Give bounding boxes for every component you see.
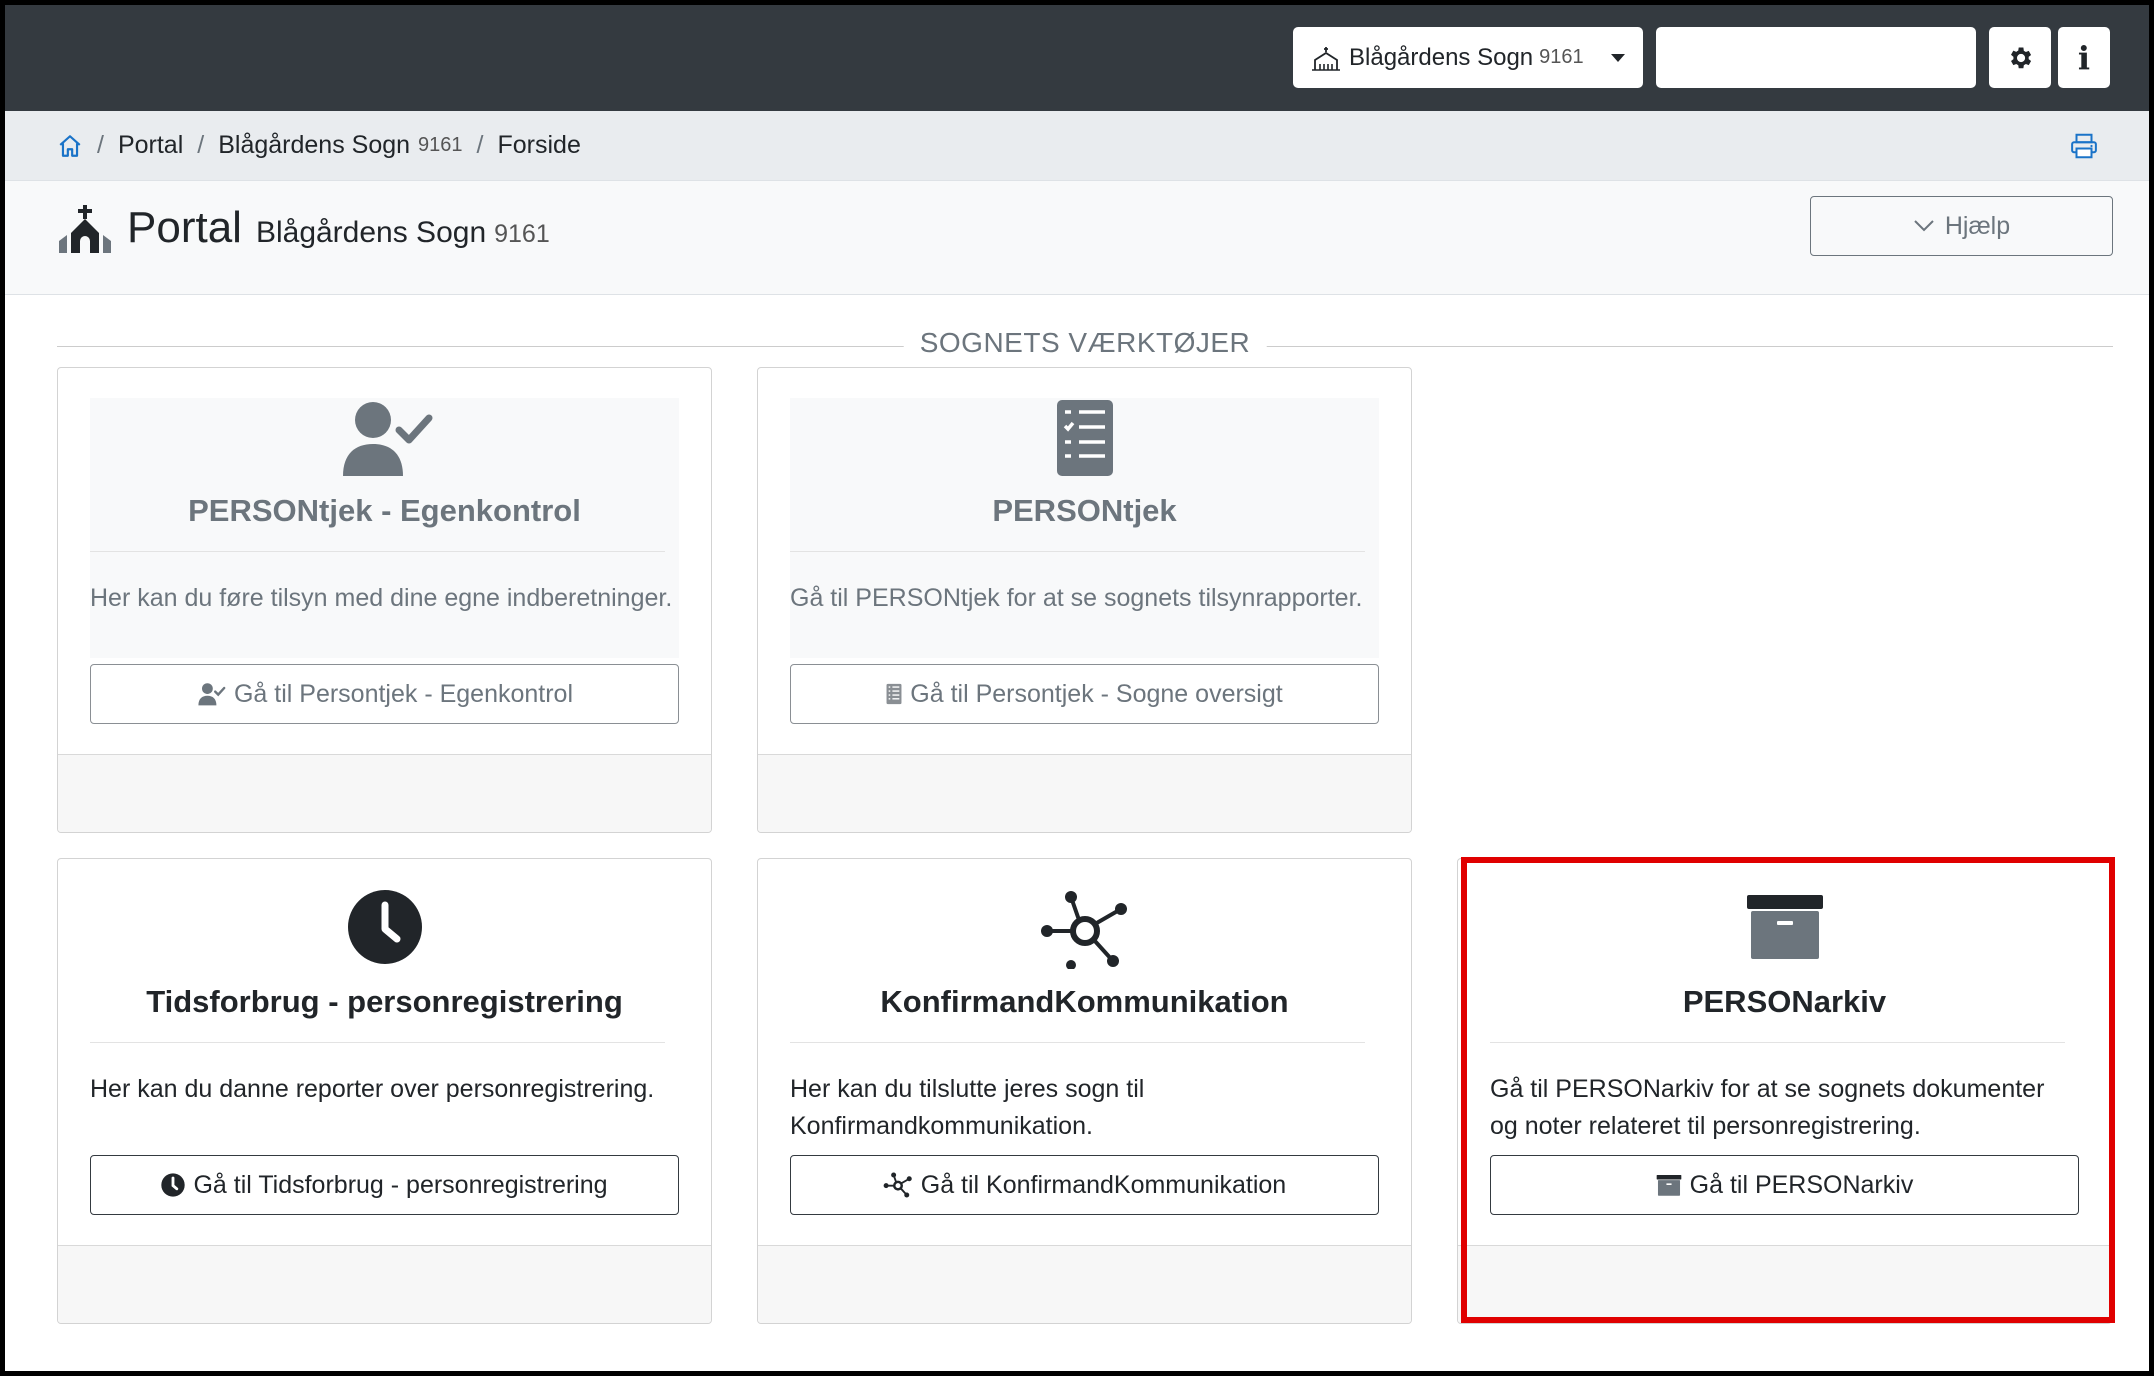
card-footer (58, 1245, 711, 1323)
user-check-icon (198, 683, 226, 706)
settings-button[interactable] (1989, 27, 2051, 88)
app-window: Blågårdens Sogn 9161 i / Portal / Blågår… (0, 0, 2154, 1376)
card-footer (58, 754, 711, 832)
church-icon (1312, 46, 1340, 71)
info-icon: i (2077, 38, 2091, 77)
printer-icon[interactable] (2069, 131, 2099, 161)
page-title-text: Portal (127, 203, 242, 252)
breadcrumb-item-portal[interactable]: Portal (118, 131, 183, 160)
button-label: Gå til Persontjek - Sogne oversigt (910, 679, 1283, 708)
card-description: Her kan du tilslutte jeres sogn til Konf… (790, 1075, 1145, 1140)
card-body: Tidsforbrug - personregistrering Her kan… (90, 889, 679, 1149)
card-body: PERSONtjek - Egenkontrol Her kan du føre… (90, 398, 679, 658)
goto-persontjek-egenkontrol-button[interactable]: Gå til Persontjek - Egenkontrol (90, 664, 679, 724)
card-icon (790, 889, 1379, 979)
help-button-label: Hjælp (1944, 211, 2011, 240)
tool-card-personarkiv: PERSONarkiv Gå til PERSONarkiv for at se… (1457, 858, 2112, 1324)
breadcrumb-parish-number: 9161 (418, 134, 463, 156)
tool-card-persontjek: PERSONtjek Gå til PERSONtjek for at se s… (757, 367, 1412, 833)
breadcrumb-item-parish[interactable]: Blågårdens Sogn (218, 131, 410, 160)
card-title: Tidsforbrug - personregistrering (146, 984, 623, 1019)
info-button[interactable]: i (2058, 27, 2110, 88)
card-body: KonfirmandKommunikation Her kan du tilsl… (790, 889, 1379, 1149)
breadcrumb-item-forside: Forside (497, 131, 581, 159)
clock-icon (347, 890, 422, 964)
tool-card-tidsforbrug: Tidsforbrug - personregistrering Her kan… (57, 858, 712, 1324)
card-body: PERSONarkiv Gå til PERSONarkiv for at se… (1490, 889, 2079, 1149)
clock-icon (161, 1173, 186, 1197)
button-label: Gå til KonfirmandKommunikation (920, 1170, 1287, 1199)
card-title: PERSONtjek (992, 493, 1177, 528)
card-divider (90, 1042, 665, 1043)
tool-card-persontjek-egenkontrol: PERSONtjek - Egenkontrol Her kan du føre… (57, 367, 712, 833)
section-heading-text: SOGNETS VÆRKTØJER (903, 327, 1267, 359)
card-description: Gå til PERSONarkiv for at se sognets dok… (1490, 1075, 2045, 1140)
tool-card-konfirmandkommunikation: KonfirmandKommunikation Her kan du tilsl… (757, 858, 1412, 1324)
parish-select-number: 9161 (1539, 46, 1584, 68)
button-label: Gå til PERSONarkiv (1689, 1170, 1914, 1199)
card-title: PERSONarkiv (1682, 984, 1887, 1019)
goto-personarkiv-button[interactable]: Gå til PERSONarkiv (1490, 1155, 2079, 1215)
checklist-icon (1056, 400, 1113, 476)
page-title-parish-number: 9161 (494, 220, 550, 248)
home-icon[interactable] (57, 133, 83, 159)
button-label: Gå til Persontjek - Egenkontrol (233, 679, 574, 708)
card-divider (790, 1042, 1365, 1043)
section-heading: SOGNETS VÆRKTØJER (57, 327, 2113, 367)
card-divider (1490, 1042, 2065, 1043)
breadcrumb: / Portal / Blågårdens Sogn 9161 / Forsid… (5, 111, 2149, 181)
parish-select[interactable]: Blågårdens Sogn 9161 (1293, 27, 1643, 88)
card-footer (758, 1245, 1411, 1323)
breadcrumb-separator: / (197, 131, 205, 159)
user-check-icon (342, 402, 432, 476)
chevron-down-icon (1611, 54, 1625, 62)
parish-select-name: Blågårdens Sogn (1349, 43, 1534, 71)
card-description: Gå til PERSONtjek for at se sognets tils… (790, 584, 1363, 612)
breadcrumb-separator: / (97, 131, 104, 159)
card-icon (90, 398, 679, 488)
top-navbar: Blågårdens Sogn 9161 i (5, 5, 2149, 111)
page-header: Portal Blågårdens Sogn 9161 Hjælp (5, 181, 2149, 295)
goto-konfirmandkommunikation-button[interactable]: Gå til KonfirmandKommunikation (790, 1155, 1379, 1215)
goto-persontjek-sogne-oversigt-button[interactable]: Gå til Persontjek - Sogne oversigt (790, 664, 1379, 724)
user-field[interactable] (1656, 27, 1976, 88)
card-footer (758, 754, 1411, 832)
archive-icon (1746, 895, 1823, 959)
goto-tidsforbrug-button[interactable]: Gå til Tidsforbrug - personregistrering (90, 1155, 679, 1215)
archive-icon (1656, 1174, 1681, 1196)
gear-icon (2011, 47, 2032, 68)
church-icon (59, 205, 111, 253)
card-title: PERSONtjek - Egenkontrol (188, 493, 581, 528)
page-title: Portal Blågårdens Sogn 9161 (57, 203, 550, 255)
page-title-parish: Blågårdens Sogn (255, 216, 487, 249)
card-icon (790, 398, 1379, 488)
card-footer (1458, 1245, 2111, 1323)
card-icon (90, 889, 679, 979)
card-title: KonfirmandKommunikation (880, 984, 1289, 1019)
card-icon (1490, 889, 2079, 979)
breadcrumb-separator: / (476, 131, 484, 159)
card-body: PERSONtjek Gå til PERSONtjek for at se s… (790, 398, 1379, 658)
network-icon (1040, 891, 1127, 969)
card-divider (90, 551, 665, 552)
card-description: Her kan du føre tilsyn med dine egne ind… (90, 584, 673, 612)
chevron-down-icon (1914, 220, 1934, 232)
network-icon (883, 1172, 912, 1198)
card-divider (790, 551, 1365, 552)
card-description: Her kan du danne reporter over personreg… (90, 1075, 655, 1103)
button-label: Gå til Tidsforbrug - personregistrering (193, 1170, 608, 1199)
help-button[interactable]: Hjælp (1810, 196, 2113, 256)
checklist-icon (886, 683, 902, 705)
